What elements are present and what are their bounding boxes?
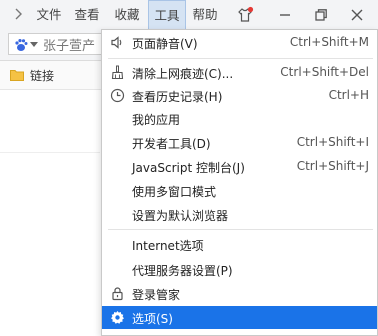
bookmark-folder-links[interactable]: 链接	[10, 67, 54, 83]
menu-item-set-default[interactable]: 设置为默认浏览器	[102, 203, 377, 226]
menu-item-my-apps[interactable]: 我的应用	[102, 107, 377, 130]
address-text: 张子萱产	[43, 39, 96, 54]
minimize-icon[interactable]	[276, 6, 294, 24]
address-bar[interactable]: 张子萱产	[8, 33, 104, 55]
menu-item-shortcut: Ctrl+Shift+Del	[280, 65, 369, 79]
menu-item-internet-options[interactable]: Internet选项	[102, 233, 377, 256]
menu-file[interactable]: 文件	[32, 0, 66, 30]
menu-item-label: JavaScript 控制台(J)	[132, 161, 245, 175]
menu-item-shortcut: Ctrl+Shift+M	[289, 35, 369, 49]
dropdown-arrow-icon[interactable]	[30, 42, 38, 48]
lock-icon	[112, 287, 123, 301]
menu-favorites[interactable]: 收藏	[110, 0, 144, 30]
clock-icon	[110, 88, 125, 103]
menu-bar: 文件 查看 收藏 工具 帮助	[0, 0, 378, 30]
menu-item-label: 选项(S)	[132, 312, 173, 326]
menu-help[interactable]: 帮助	[188, 0, 222, 30]
restore-icon[interactable]	[312, 6, 330, 24]
menu-item-login-manager[interactable]: 登录管家	[102, 282, 377, 305]
menu-item-shortcut: Ctrl+Shift+I	[296, 135, 369, 149]
menu-item-label: 登录管家	[132, 288, 181, 302]
menu-item-shortcut: Ctrl+Shift+J	[296, 159, 369, 173]
chevron-right-icon[interactable]	[10, 6, 26, 22]
bookmark-label: 链接	[30, 68, 55, 83]
menu-item-label: 使用多窗口模式	[132, 185, 217, 199]
menu-item-label: 页面静音(V)	[132, 37, 198, 51]
broom-icon	[111, 65, 124, 80]
tools-menu: 页面静音(V) Ctrl+Shift+M 清除上网痕迹(C)... Ctrl+S…	[101, 29, 378, 336]
menu-item-label: 开发者工具(D)	[132, 137, 211, 151]
menu-separator	[108, 58, 373, 59]
menu-item-label: 我的应用	[132, 113, 181, 127]
menu-item-multi-window[interactable]: 使用多窗口模式	[102, 179, 377, 202]
menu-item-proxy-settings[interactable]: 代理服务器设置(P)	[102, 258, 377, 281]
gear-icon	[111, 311, 124, 324]
menu-item-label: 清除上网痕迹(C)...	[132, 67, 234, 81]
menu-item-clear-traces[interactable]: 清除上网痕迹(C)... Ctrl+Shift+Del	[102, 61, 377, 84]
menu-item-js-console[interactable]: JavaScript 控制台(J) Ctrl+Shift+J	[102, 155, 377, 178]
baidu-paw-icon	[15, 39, 28, 51]
menu-item-history[interactable]: 查看历史记录(H) Ctrl+H	[102, 84, 377, 107]
close-icon[interactable]	[348, 6, 366, 24]
speaker-icon	[111, 36, 122, 49]
menu-item-label: Internet选项	[132, 239, 204, 253]
menu-item-mute-page[interactable]: 页面静音(V) Ctrl+Shift+M	[102, 31, 377, 54]
folder-icon	[10, 70, 24, 81]
menu-item-shortcut: Ctrl+H	[328, 88, 369, 102]
skin-icon[interactable]	[236, 6, 254, 24]
menu-item-dev-tools[interactable]: 开发者工具(D) Ctrl+Shift+I	[102, 131, 377, 154]
menu-item-label: 设置为默认浏览器	[132, 209, 229, 223]
menu-tools[interactable]: 工具	[148, 0, 186, 30]
menu-separator	[108, 229, 373, 230]
menu-item-label: 代理服务器设置(P)	[132, 264, 233, 278]
content-divider	[0, 152, 100, 153]
menu-item-label: 查看历史记录(H)	[132, 90, 223, 104]
menu-item-options[interactable]: 选项(S)	[102, 306, 377, 329]
menu-view[interactable]: 查看	[70, 0, 104, 30]
